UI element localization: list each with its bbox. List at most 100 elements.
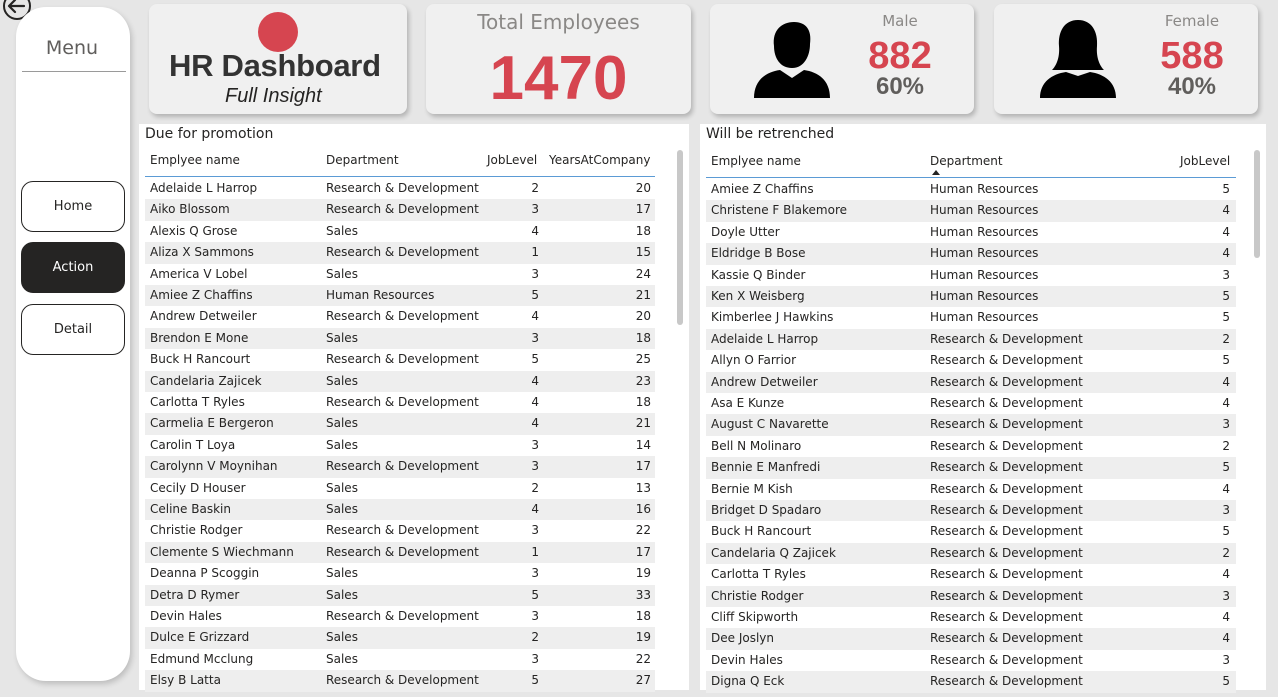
table-row[interactable]: Clemente S Wiechmann Research & Developme… xyxy=(145,541,655,564)
table-row[interactable]: Carolin T Loya Sales 3 14 xyxy=(145,435,655,456)
table-row[interactable]: Detra D Rymer Sales 5 33 xyxy=(145,584,655,606)
years-cell: 24 xyxy=(635,266,651,281)
table-row[interactable]: Carmelia E Bergeron Sales 4 21 xyxy=(145,413,655,435)
table-row[interactable]: Amiee Z Chaffins Human Resources 5 21 xyxy=(145,285,655,307)
promotion-col-years[interactable]: YearsAtCompany xyxy=(549,153,650,167)
employee-name-cell: Bernie M Kish xyxy=(711,481,793,496)
joblevel-cell: 1 xyxy=(531,245,539,260)
promotion-table-header: Emplyee name Department JobLevel YearsAt… xyxy=(145,147,655,177)
department-cell: Research & Development xyxy=(930,524,1083,539)
department-cell: Research & Development xyxy=(930,652,1083,667)
joblevel-cell: 4 xyxy=(1222,374,1230,389)
employee-name-cell: Doyle Utter xyxy=(711,224,780,239)
table-row[interactable]: Doyle Utter Human Resources 4 xyxy=(706,222,1236,243)
promotion-col-joblevel[interactable]: JobLevel xyxy=(487,153,537,167)
table-row[interactable]: Buck H Rancourt Research & Development 5 xyxy=(706,521,1236,542)
table-row[interactable]: Edmund Mcclung Sales 3 22 xyxy=(145,649,655,670)
employee-name-cell: Cliff Skipworth xyxy=(711,610,799,624)
table-row[interactable]: Asa E Kunze Research & Development 4 xyxy=(706,393,1236,414)
table-row[interactable]: Dee Joslyn Research & Development 4 xyxy=(706,628,1236,650)
table-row[interactable]: Celine Baskin Sales 4 16 xyxy=(145,499,655,521)
promotion-col-department[interactable]: Department xyxy=(326,153,399,167)
table-row[interactable]: Allyn O Farrior Research & Development 5 xyxy=(706,350,1236,371)
male-label: Male xyxy=(882,12,918,30)
table-row[interactable]: Christie Rodger Research & Development 3 22 xyxy=(145,520,655,541)
table-row[interactable]: Kimberlee J Hawkins Human Resources 5 xyxy=(706,307,1236,328)
table-row[interactable]: Amiee Z Chaffins Human Resources 5 xyxy=(706,179,1236,200)
nav-action-button[interactable]: Action xyxy=(21,242,125,293)
joblevel-cell: 2 xyxy=(1222,438,1230,453)
table-row[interactable]: Cliff Skipworth Research & Development 4 xyxy=(706,607,1236,628)
table-row[interactable]: Buck H Rancourt Research & Development 5 25 xyxy=(145,349,655,370)
table-row[interactable]: Carlotta T Ryles Research & Development 4 xyxy=(706,564,1236,585)
table-row[interactable]: Carolynn V Moynihan Research & Developmen… xyxy=(145,456,655,478)
table-row[interactable]: Andrew Detweiler Research & Development 4 xyxy=(706,371,1236,393)
table-row[interactable]: America V Lobel Sales 3 24 xyxy=(145,264,655,285)
years-cell: 18 xyxy=(635,330,651,345)
employee-name-cell: Aiko Blossom xyxy=(150,202,230,217)
employee-name-cell: Bell N Molinaro xyxy=(711,438,802,453)
table-row[interactable]: Bell N Molinaro Research & Development 2 xyxy=(706,436,1236,457)
employee-name-cell: Asa E Kunze xyxy=(711,396,785,410)
menu-title: Menu xyxy=(45,37,99,59)
sort-ascending-icon[interactable] xyxy=(932,170,940,175)
retrench-col-joblevel[interactable]: JobLevel xyxy=(1180,154,1230,168)
table-row[interactable]: Andrew Detweiler Research & Development 4 2… xyxy=(145,306,655,327)
employee-name-cell: Elsy B Latta xyxy=(150,673,221,688)
table-row[interactable]: Candelaria Q Zajicek Research & Developme… xyxy=(706,542,1236,565)
table-row[interactable]: Adelaide L Harrop Research & Development 2… xyxy=(145,178,655,199)
promotion-col-name[interactable]: Emplyee name xyxy=(150,153,240,167)
joblevel-cell: 2 xyxy=(1222,545,1230,560)
table-row[interactable]: Brendon E Mone Sales 3 18 xyxy=(145,327,655,350)
department-cell: Research & Development xyxy=(930,460,1083,475)
retrench-col-name[interactable]: Emplyee name xyxy=(711,154,801,168)
table-row[interactable]: Elsy B Latta Research & Development 5 27 xyxy=(145,670,655,692)
joblevel-cell: 5 xyxy=(531,673,539,688)
joblevel-cell: 3 xyxy=(531,202,539,217)
employee-name-cell: Carlotta T Ryles xyxy=(150,395,245,409)
table-row[interactable]: Candelaria Zajicek Sales 4 23 xyxy=(145,370,655,392)
joblevel-cell: 2 xyxy=(1222,331,1230,346)
years-cell: 19 xyxy=(635,566,651,581)
years-cell: 21 xyxy=(635,416,651,431)
joblevel-cell: 3 xyxy=(531,566,539,581)
department-cell: Sales xyxy=(326,330,358,345)
table-row[interactable]: Deanna P Scoggin Sales 3 19 xyxy=(145,563,655,584)
joblevel-cell: 2 xyxy=(531,630,539,645)
table-row[interactable]: Alexis Q Grose Sales 4 18 xyxy=(145,221,655,242)
retrench-scrollbar[interactable] xyxy=(1254,150,1260,258)
table-row[interactable]: Christie Rodger Research & Development 3 xyxy=(706,585,1236,607)
nav-home-button[interactable]: Home xyxy=(21,181,125,232)
years-cell: 19 xyxy=(635,630,651,645)
table-row[interactable]: Eldridge B Bose Human Resources 4 xyxy=(706,243,1236,265)
table-row[interactable]: Digna Q Eck Research & Development 5 xyxy=(706,671,1236,693)
table-row[interactable]: Cecily D Houser Sales 2 13 xyxy=(145,478,655,499)
table-row[interactable]: Aliza X Sammons Research & Development 1 15 xyxy=(145,242,655,264)
table-row[interactable]: Bennie E Manfredi Research & Development 5 xyxy=(706,457,1236,479)
employee-name-cell: Amiee Z Chaffins xyxy=(711,182,814,196)
table-row[interactable]: Christene F Blakemore Human Resources 4 xyxy=(706,200,1236,222)
employee-name-cell: Detra D Rymer xyxy=(150,587,240,602)
logo-title: HR Dashboard xyxy=(169,48,381,83)
table-row[interactable]: Bridget D Spadaro Research & Development 3 xyxy=(706,500,1236,522)
employee-name-cell: Dulce E Grizzard xyxy=(150,630,250,645)
table-row[interactable]: Ken X Weisberg Human Resources 5 xyxy=(706,286,1236,308)
table-row[interactable]: Carlotta T Ryles Research & Development 4 1… xyxy=(145,392,655,413)
table-row[interactable]: Devin Hales Research & Development 3 18 xyxy=(145,606,655,627)
retrench-col-department[interactable]: Department xyxy=(930,154,1003,168)
table-row[interactable]: Dulce E Grizzard Sales 2 19 xyxy=(145,627,655,649)
department-cell: Human Resources xyxy=(930,182,1039,196)
employee-name-cell: Christie Rodger xyxy=(711,588,804,603)
years-cell: 20 xyxy=(635,309,651,324)
table-row[interactable]: Devin Hales Research & Development 3 xyxy=(706,650,1236,671)
table-row[interactable]: Aiko Blossom Research & Development 3 17 xyxy=(145,199,655,221)
table-row[interactable]: Kassie Q Binder Human Resources 3 xyxy=(706,265,1236,286)
employee-name-cell: August C Navarette xyxy=(711,417,829,432)
promotion-scrollbar[interactable] xyxy=(677,150,683,325)
nav-detail-button[interactable]: Detail xyxy=(21,304,125,355)
table-row[interactable]: August C Navarette Research & Development… xyxy=(706,414,1236,436)
table-row[interactable]: Bernie M Kish Research & Development 4 xyxy=(706,479,1236,500)
department-cell: Research & Development xyxy=(326,673,479,688)
table-row[interactable]: Adelaide L Harrop Research & Development 2 xyxy=(706,328,1236,351)
years-cell: 18 xyxy=(635,609,651,623)
